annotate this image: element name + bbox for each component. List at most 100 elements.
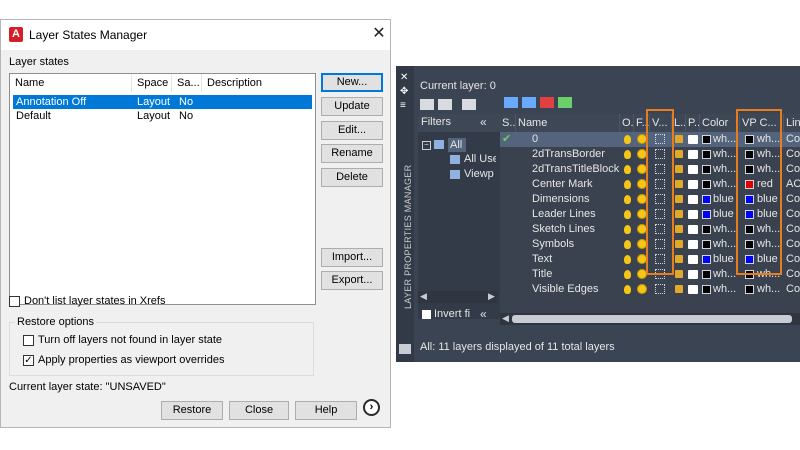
color-swatch[interactable] (702, 240, 711, 249)
color-swatch[interactable] (702, 195, 711, 204)
delete-button[interactable]: Delete (321, 168, 383, 187)
column-header-status[interactable]: S... (500, 114, 516, 132)
layer-states-list[interactable]: Name Space Sa... Description Annotation … (9, 73, 316, 305)
layer-linetype[interactable]: Con (786, 192, 800, 207)
printer-icon[interactable] (688, 240, 698, 249)
column-header-plot[interactable]: P... (686, 114, 700, 132)
import-button[interactable]: Import... (321, 248, 383, 267)
palette-pin-icon[interactable]: ✥ (400, 86, 408, 97)
layer-name[interactable]: 2dTransTitleBlock (532, 162, 620, 177)
printer-icon[interactable] (688, 165, 698, 174)
close-icon[interactable]: ✕ (369, 23, 389, 45)
layer-name[interactable]: Visible Edges (532, 282, 620, 297)
color-swatch[interactable] (702, 270, 711, 279)
collapse-pane-icon[interactable]: « (480, 307, 487, 321)
unlock-icon[interactable] (675, 270, 683, 278)
column-header-description[interactable]: Description (202, 74, 315, 92)
printer-icon[interactable] (688, 270, 698, 279)
color-swatch[interactable] (702, 180, 711, 189)
update-button[interactable]: Update (321, 97, 383, 116)
layer-on-icon[interactable] (624, 135, 631, 144)
layer-linetype[interactable]: Con (786, 252, 800, 267)
filter-all-used[interactable]: All Use (464, 153, 496, 165)
layer-linetype[interactable]: Con (786, 147, 800, 162)
layer-linetype[interactable]: Con (786, 267, 800, 282)
color-swatch[interactable] (702, 135, 711, 144)
help-button[interactable]: Help (295, 401, 357, 420)
new-layer-vp-frozen-icon[interactable] (522, 97, 536, 108)
unlock-icon[interactable] (675, 165, 683, 173)
layer-on-icon[interactable] (624, 225, 631, 234)
layer-linetype[interactable]: Con (786, 222, 800, 237)
layer-name[interactable]: Leader Lines (532, 207, 620, 222)
printer-icon[interactable] (688, 150, 698, 159)
layer-state-row-default[interactable]: Default Layout No (13, 109, 312, 123)
scroll-left-icon[interactable]: ◀ (502, 313, 509, 324)
layer-on-icon[interactable] (624, 165, 631, 174)
color-swatch[interactable] (702, 150, 711, 159)
layer-state-row-annotation-off[interactable]: Annotation Off Layout No (13, 95, 312, 109)
new-property-filter-icon[interactable] (420, 99, 434, 110)
layers-hscroll[interactable]: ◀ (500, 313, 800, 325)
layer-name[interactable]: Center Mark (532, 177, 620, 192)
vp-thaw-icon[interactable] (655, 284, 665, 294)
layer-linetype[interactable]: Con (786, 162, 800, 177)
layer-linetype[interactable]: Con (786, 132, 800, 147)
more-options-arrow-icon[interactable]: › (363, 399, 380, 416)
column-header-name[interactable]: Name (10, 74, 132, 92)
color-swatch[interactable] (702, 225, 711, 234)
vp-color-name[interactable]: wh... (757, 282, 783, 297)
filter-all[interactable]: All (448, 138, 466, 152)
layer-name[interactable]: 2dTransBorder (532, 147, 620, 162)
layer-name[interactable]: Dimensions (532, 192, 620, 207)
printer-icon[interactable] (688, 210, 698, 219)
color-swatch[interactable] (702, 210, 711, 219)
layer-on-icon[interactable] (624, 240, 631, 249)
edit-button[interactable]: Edit... (321, 121, 383, 140)
layer-on-icon[interactable] (624, 285, 631, 294)
layer-name[interactable]: Title (532, 267, 620, 282)
palette-close-icon[interactable]: ✕ (400, 72, 408, 83)
scroll-right-icon[interactable]: ▶ (488, 291, 495, 302)
layer-linetype[interactable]: Con (786, 237, 800, 252)
turn-off-layers-checkbox[interactable] (23, 335, 34, 346)
layer-thaw-icon[interactable] (637, 284, 647, 294)
unlock-icon[interactable] (675, 240, 683, 248)
export-button[interactable]: Export... (321, 271, 383, 290)
collapse-filters-icon[interactable]: « (480, 115, 487, 129)
palette-settings-icon[interactable] (399, 344, 411, 354)
unlock-icon[interactable] (675, 135, 683, 143)
printer-icon[interactable] (688, 135, 698, 144)
unlock-icon[interactable] (675, 195, 683, 203)
layer-name[interactable]: Text (532, 252, 620, 267)
layer-row[interactable]: Visible Edgeswh...wh...Con (500, 282, 800, 297)
restore-button[interactable]: Restore (161, 401, 223, 420)
layer-on-icon[interactable] (624, 195, 631, 204)
layer-linetype[interactable]: ACA (786, 177, 800, 192)
printer-icon[interactable] (688, 255, 698, 264)
color-swatch[interactable] (702, 165, 711, 174)
unlock-icon[interactable] (675, 285, 683, 293)
tree-collapse-icon[interactable]: − (422, 141, 431, 150)
unlock-icon[interactable] (675, 180, 683, 188)
layer-on-icon[interactable] (624, 150, 631, 159)
filter-viewport[interactable]: Viewp (464, 168, 496, 180)
layer-states-manager-icon[interactable] (462, 99, 476, 110)
column-header-on[interactable]: O... (620, 114, 634, 132)
scroll-thumb[interactable] (512, 315, 792, 323)
layer-on-icon[interactable] (624, 180, 631, 189)
column-header-lock[interactable]: L... (672, 114, 686, 132)
printer-icon[interactable] (688, 195, 698, 204)
printer-icon[interactable] (688, 225, 698, 234)
layer-on-icon[interactable] (624, 270, 631, 279)
new-button[interactable]: New... (321, 73, 383, 92)
new-group-filter-icon[interactable] (438, 99, 452, 110)
delete-layer-icon[interactable] (540, 97, 554, 108)
unlock-icon[interactable] (675, 210, 683, 218)
column-header-saved[interactable]: Sa... (172, 74, 202, 92)
layer-linetype[interactable]: Con (786, 282, 800, 297)
layer-name[interactable]: 0 (532, 132, 620, 147)
layer-linetype[interactable]: Con (786, 207, 800, 222)
column-header-color[interactable]: Color (700, 114, 740, 132)
apply-overrides-checkbox[interactable]: ✓ (23, 355, 34, 366)
